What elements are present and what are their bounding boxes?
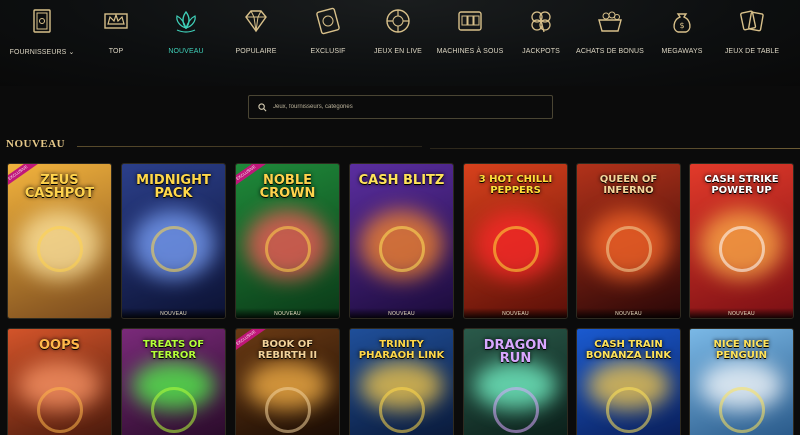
nav-label: EXCLUSIF [310,48,346,55]
game-emblem [378,387,425,433]
slot-machine-icon [458,11,482,31]
top-navigation-bar: FOURNISSEURS ⌄ TOP NOUVEAU POPULAIRE EXCLUSI… [0,0,800,86]
nav-item-fournisseurs[interactable]: FOURNISSEURS ⌄ [2,4,82,64]
new-badge: NOUVEAU [615,311,642,317]
game-title: TRINITY PHARAOH LINK [358,339,445,361]
playing-cards-icon [740,10,764,32]
game-card[interactable]: MIDNIGHT PACK NOUVEAU [121,163,226,319]
game-title: DRAGON RUN [483,338,548,366]
game-title: TREATS OF TERROR [142,339,205,361]
games-grid: ZEUS CASHPOT EXCLUSIVE MIDNIGHT PACK NOUVEA… [7,163,800,435]
section-title: NOUVEAU [6,138,66,150]
game-emblem [264,226,311,272]
crown-icon [104,13,128,29]
nav-item-nouveau[interactable]: NOUVEAU [146,4,226,64]
nav-item-top[interactable]: TOP [76,4,156,64]
game-card[interactable]: BOOK OF REBIRTH II EXCLUSIVE [235,328,340,435]
game-emblem [378,226,425,272]
roulette-chip-icon [386,9,410,33]
search-icon [258,102,267,111]
game-title: QUEEN OF INFERNO [599,174,658,196]
chevron-down-icon: ⌄ [68,49,75,56]
game-card[interactable]: TRINITY PHARAOH LINK [349,328,454,435]
game-title: NICE NICE PENGUIN [713,339,770,361]
new-badge: NOUVEAU [274,311,301,317]
game-title: MIDNIGHT PACK [136,173,211,201]
nav-label: TOP [108,48,124,55]
game-card[interactable]: QUEEN OF INFERNO NOUVEAU [576,163,681,319]
nav-label: JACKPOTS [522,48,560,55]
nav-label: NOUVEAU [168,48,204,55]
section-header: NOUVEAU [0,138,800,156]
new-badge: NOUVEAU [728,311,755,317]
game-emblem [605,387,652,433]
game-title: CASH STRIKE POWER UP [704,174,779,196]
nav-label: FOURNISSEURS ⌄ [9,49,75,56]
nav-item-machines-sous[interactable]: MACHINES À SOUS [430,4,510,64]
divider-line [430,148,800,149]
nav-item-achats-de-bonus[interactable]: ACHATS DE BONUS [570,4,650,64]
exclusive-ticket-icon [316,7,340,35]
game-title: 3 HOT CHILLI PEPPERS [478,174,553,196]
nav-item-megaways[interactable]: $ MEGAWAYS [642,4,722,64]
game-emblem [36,226,83,272]
game-title: NOBLE CROWN [259,173,316,201]
nav-item-jeux-de-table[interactable]: JEUX DE TABLE [712,4,792,64]
new-badge: NOUVEAU [388,311,415,317]
game-card[interactable]: OOPS [7,328,112,435]
game-card[interactable]: ZEUS CASHPOT EXCLUSIVE [7,163,112,319]
new-badge: NOUVEAU [160,311,187,317]
nav-item-populaire[interactable]: POPULAIRE [216,4,296,64]
nav-label: ACHATS DE BONUS [576,48,644,55]
game-title: ZEUS CASHPOT [24,173,95,201]
game-title: CASH BLITZ [358,173,445,188]
game-card[interactable]: CASH BLITZ NOUVEAU [349,163,454,319]
game-emblem [718,226,765,272]
nav-item-jeux-en-live[interactable]: JEUX EN LIVE [358,4,438,64]
game-emblem [150,387,197,433]
nav-label: JEUX EN LIVE [374,48,422,55]
nav-item-exclusif[interactable]: EXCLUSIF [288,4,368,64]
new-badge: NOUVEAU [502,311,529,317]
divider-line [77,146,422,147]
svg-text:$: $ [679,21,684,30]
game-emblem [492,226,539,272]
search-bar[interactable] [248,95,553,119]
game-card[interactable]: NOBLE CROWN EXCLUSIVE NOUVEAU [235,163,340,319]
game-emblem [150,226,197,272]
diamond-icon [245,10,267,33]
game-title: BOOK OF REBIRTH II [257,339,318,361]
providers-book-icon [33,9,51,33]
game-emblem [718,387,765,433]
clover-icon [531,11,551,33]
game-card[interactable]: TREATS OF TERROR [121,328,226,435]
category-nav: FOURNISSEURS ⌄ TOP NOUVEAU POPULAIRE EXCLUSI… [0,4,800,64]
game-title: CASH TRAIN BONANZA LINK [585,339,672,361]
game-title: OOPS [39,338,80,353]
nav-label: POPULAIRE [235,48,277,55]
nav-label: MEGAWAYS [661,48,703,55]
bonus-basket-icon [598,11,622,32]
search-input[interactable] [273,104,543,110]
money-bag-icon: $ [673,13,691,33]
game-emblem [492,387,539,433]
game-emblem [264,387,311,433]
nav-label: MACHINES À SOUS [436,48,504,55]
lotus-icon [176,10,196,33]
game-card[interactable]: NICE NICE PENGUIN [689,328,794,435]
game-card[interactable]: CASH TRAIN BONANZA LINK [576,328,681,435]
game-card[interactable]: CASH STRIKE POWER UP NOUVEAU [689,163,794,319]
game-card[interactable]: DRAGON RUN [463,328,568,435]
nav-item-jackpots[interactable]: JACKPOTS [501,4,581,64]
nav-label: JEUX DE TABLE [724,48,780,55]
game-card[interactable]: 3 HOT CHILLI PEPPERS NOUVEAU [463,163,568,319]
game-emblem [36,387,83,433]
game-emblem [605,226,652,272]
